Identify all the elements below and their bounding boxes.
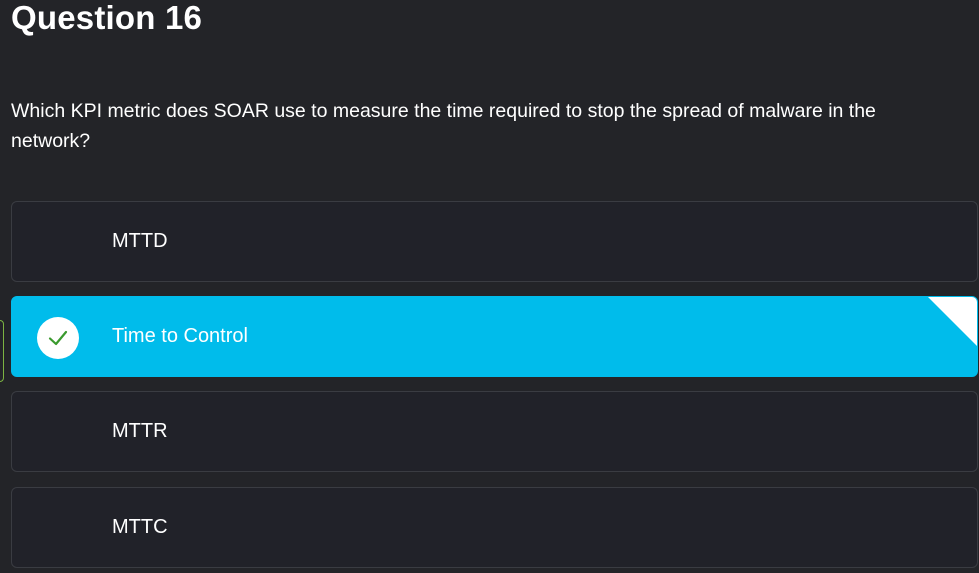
question-title: Question 16 (11, 0, 203, 36)
corner-fold-icon (928, 297, 977, 346)
option-mttd[interactable]: MTTD (11, 201, 978, 282)
option-label: MTTC (112, 516, 168, 538)
checkmark-icon (37, 317, 79, 359)
quiz-page: Question 16 Which KPI metric does SOAR u… (0, 0, 979, 573)
option-mttr[interactable]: MTTR (11, 391, 978, 472)
option-label: MTTD (112, 230, 168, 252)
question-text: Which KPI metric does SOAR use to measur… (11, 100, 876, 152)
option-mttc[interactable]: MTTC (11, 487, 978, 568)
option-label: MTTR (112, 420, 168, 442)
option-time-to-control[interactable]: Time to Control (11, 296, 978, 377)
option-label: Time to Control (112, 325, 248, 347)
answer-indicator-marker (0, 320, 4, 382)
